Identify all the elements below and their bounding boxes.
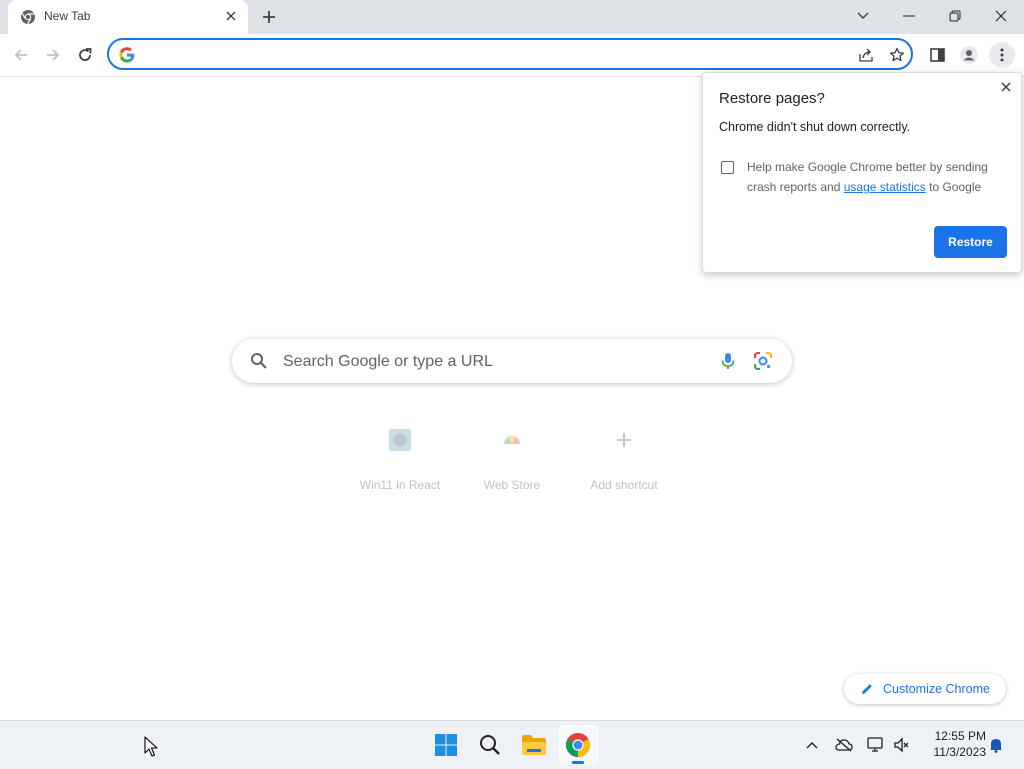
start-button[interactable] <box>426 725 466 765</box>
google-lens-icon[interactable] <box>753 351 773 371</box>
usage-statistics-link[interactable]: usage statistics <box>844 180 926 194</box>
shortcut-label: Web Store <box>483 478 541 492</box>
shortcut-tile[interactable]: Web Store <box>456 420 568 506</box>
tab-close-icon[interactable] <box>222 7 240 25</box>
share-icon <box>859 48 873 62</box>
side-panel-icon <box>929 48 945 62</box>
windows-start-icon <box>435 734 457 756</box>
tab-search-button[interactable] <box>840 0 886 32</box>
chevron-down-icon <box>857 12 869 19</box>
chevron-up-icon <box>806 742 818 749</box>
checkbox-label: Help make Google Chrome better by sendin… <box>747 157 1007 197</box>
cloud-offline-icon <box>835 738 853 752</box>
reload-button[interactable] <box>72 42 98 68</box>
restore-window-button[interactable] <box>932 0 978 32</box>
clock-date: 11/3/2023 <box>933 745 987 759</box>
forward-button[interactable] <box>40 42 66 68</box>
chrome-icon <box>565 733 591 757</box>
share-button[interactable] <box>856 45 876 65</box>
new-tab-button[interactable] <box>257 6 281 28</box>
ntp-search-box[interactable]: Search Google or type a URL <box>232 339 792 383</box>
shortcut-label: Win11 in React <box>359 478 441 492</box>
customize-chrome-button[interactable]: Customize Chrome <box>844 674 1006 704</box>
restore-button[interactable]: Restore <box>934 226 1007 258</box>
shortcut-tile[interactable]: Win11 in React <box>344 420 456 506</box>
clock-time: 12:55 PM <box>934 729 986 743</box>
restore-pages-dialog: Restore pages? Chrome didn't shut down c… <box>702 72 1022 273</box>
minimize-button[interactable] <box>886 0 932 32</box>
onedrive-tray-icon[interactable] <box>834 735 854 755</box>
close-window-button[interactable] <box>978 0 1024 32</box>
customize-label: Customize Chrome <box>883 682 990 696</box>
minimize-icon <box>903 15 915 17</box>
side-panel-button[interactable] <box>924 42 950 68</box>
reload-icon <box>79 48 92 61</box>
file-explorer-icon <box>522 735 546 755</box>
add-shortcut-button[interactable]: Add shortcut <box>568 420 680 506</box>
file-explorer-button[interactable] <box>514 725 554 765</box>
clock[interactable]: 12:55 PM 11/3/2023 <box>918 728 987 760</box>
avatar-icon <box>960 46 978 64</box>
checkbox-text-suffix: to Google <box>929 180 982 194</box>
ntp-search-placeholder: Search Google or type a URL <box>283 353 493 370</box>
tab-strip: New Tab <box>0 0 1024 34</box>
bell-icon <box>990 739 1002 753</box>
kebab-menu-icon <box>1000 48 1004 62</box>
pencil-icon <box>862 684 872 694</box>
back-button[interactable] <box>8 42 34 68</box>
mouse-cursor-icon <box>144 736 158 757</box>
plus-icon <box>604 420 644 460</box>
shortcut-label: Add shortcut <box>590 478 658 492</box>
volume-tray-icon[interactable] <box>892 735 912 755</box>
arrow-left-icon <box>14 49 27 61</box>
profile-button[interactable] <box>956 42 982 68</box>
bookmark-button[interactable] <box>887 45 907 65</box>
search-icon <box>480 735 500 755</box>
crash-reports-checkbox[interactable] <box>721 161 734 174</box>
chrome-icon <box>21 10 35 25</box>
web-store-icon <box>492 420 532 460</box>
close-icon <box>995 10 1007 22</box>
google-g-icon <box>119 47 135 63</box>
win11-react-icon <box>380 420 420 460</box>
tab-title: New Tab <box>44 9 91 23</box>
taskbar-search-button[interactable] <box>470 725 510 765</box>
address-bar[interactable] <box>107 38 913 70</box>
chrome-taskbar-button[interactable] <box>558 725 598 765</box>
restore-window-icon <box>949 10 961 22</box>
dialog-message: Chrome didn't shut down correctly. <box>719 120 911 134</box>
volume-muted-icon <box>894 737 909 753</box>
arrow-right-icon <box>47 49 60 61</box>
dialog-close-icon[interactable] <box>997 78 1015 96</box>
show-hidden-icons-button[interactable] <box>802 735 822 755</box>
microphone-icon[interactable] <box>718 351 738 371</box>
tab-new-tab[interactable]: New Tab <box>8 0 248 34</box>
search-icon <box>251 353 267 369</box>
toolbar <box>0 34 1024 77</box>
notifications-button[interactable] <box>986 735 1006 755</box>
chrome-menu-button[interactable] <box>989 42 1015 68</box>
plus-icon <box>263 11 275 23</box>
network-tray-icon[interactable] <box>866 735 886 755</box>
dialog-title: Restore pages? <box>719 90 825 107</box>
network-icon <box>867 737 883 752</box>
active-indicator <box>572 761 584 764</box>
star-icon <box>889 47 905 62</box>
